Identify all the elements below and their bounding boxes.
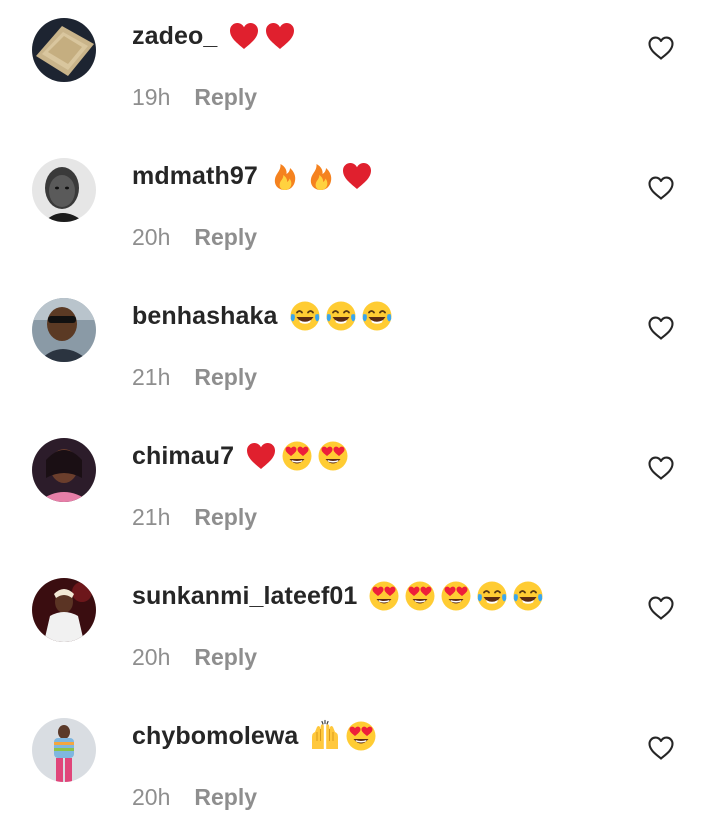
comment-item: zadeo_ 19h Reply xyxy=(0,0,720,140)
username[interactable]: sunkanmi_lateef01 xyxy=(132,582,357,611)
reply-button[interactable]: Reply xyxy=(194,224,257,251)
tears-of-joy-icon xyxy=(475,579,509,613)
avatar[interactable] xyxy=(32,158,96,222)
heart-outline-icon xyxy=(648,736,674,760)
heart-eyes-icon xyxy=(280,439,314,473)
username[interactable]: chybomolewa xyxy=(132,722,298,751)
comment-line: mdmath97 xyxy=(132,158,374,194)
heart-outline-icon xyxy=(648,36,674,60)
comment-item: chimau7 21h Reply xyxy=(0,420,720,560)
heart-outline-icon xyxy=(648,176,674,200)
tears-of-joy-icon xyxy=(360,299,394,333)
avatar[interactable] xyxy=(32,438,96,502)
comment-item: mdmath97 20h Reply xyxy=(0,140,720,280)
fire-icon xyxy=(268,159,302,193)
comment-line: zadeo_ xyxy=(132,18,297,54)
like-button[interactable] xyxy=(647,35,675,61)
comment-item: sunkanmi_lateef01 20h Reply xyxy=(0,560,720,700)
username[interactable]: zadeo_ xyxy=(132,22,217,51)
heart-outline-icon xyxy=(648,596,674,620)
like-button[interactable] xyxy=(647,175,675,201)
username[interactable]: mdmath97 xyxy=(132,162,258,191)
like-button[interactable] xyxy=(647,315,675,341)
comment-meta: 19h Reply xyxy=(132,82,257,112)
comment-line: chimau7 xyxy=(132,438,350,474)
timestamp: 20h xyxy=(132,223,171,250)
tears-of-joy-icon xyxy=(324,299,358,333)
comment-item: benhashaka 21h Reply xyxy=(0,280,720,420)
comment-line: benhashaka xyxy=(132,298,394,334)
avatar[interactable] xyxy=(32,578,96,642)
tears-of-joy-icon xyxy=(288,299,322,333)
like-button[interactable] xyxy=(647,455,675,481)
comment-emojis xyxy=(367,579,545,613)
reply-button[interactable]: Reply xyxy=(194,84,257,111)
comment-meta: 20h Reply xyxy=(132,642,257,672)
comment-line: sunkanmi_lateef01 xyxy=(132,578,545,614)
heart-outline-icon xyxy=(648,456,674,480)
heart-eyes-icon xyxy=(403,579,437,613)
avatar[interactable] xyxy=(32,18,96,82)
username[interactable]: benhashaka xyxy=(132,302,278,331)
reply-button[interactable]: Reply xyxy=(194,364,257,391)
red-heart-icon xyxy=(244,439,278,473)
fire-icon xyxy=(304,159,338,193)
reply-button[interactable]: Reply xyxy=(194,644,257,671)
like-button[interactable] xyxy=(647,595,675,621)
heart-eyes-icon xyxy=(439,579,473,613)
comment-meta: 21h Reply xyxy=(132,362,257,392)
comment-emojis xyxy=(308,719,378,753)
heart-eyes-icon xyxy=(316,439,350,473)
comment-item: chybomolewa 20h Reply xyxy=(0,700,720,840)
tears-of-joy-icon xyxy=(511,579,545,613)
timestamp: 19h xyxy=(132,83,171,110)
reply-button[interactable]: Reply xyxy=(194,504,257,531)
comment-emojis xyxy=(268,159,374,193)
timestamp: 21h xyxy=(132,363,171,390)
red-heart-icon xyxy=(340,159,374,193)
like-button[interactable] xyxy=(647,735,675,761)
comment-emojis xyxy=(288,299,394,333)
timestamp: 20h xyxy=(132,643,171,670)
comment-meta: 21h Reply xyxy=(132,502,257,532)
red-heart-icon xyxy=(227,19,261,53)
timestamp: 20h xyxy=(132,783,171,810)
red-heart-icon xyxy=(263,19,297,53)
comment-meta: 20h Reply xyxy=(132,782,257,812)
comment-meta: 20h Reply xyxy=(132,222,257,252)
heart-eyes-icon xyxy=(367,579,401,613)
comment-line: chybomolewa xyxy=(132,718,378,754)
reply-button[interactable]: Reply xyxy=(194,784,257,811)
heart-eyes-icon xyxy=(344,719,378,753)
avatar[interactable] xyxy=(32,298,96,362)
timestamp: 21h xyxy=(132,503,171,530)
comment-emojis xyxy=(244,439,350,473)
comment-emojis xyxy=(227,19,297,53)
heart-outline-icon xyxy=(648,316,674,340)
username[interactable]: chimau7 xyxy=(132,442,234,471)
raising-hands-icon xyxy=(308,719,342,753)
avatar[interactable] xyxy=(32,718,96,782)
